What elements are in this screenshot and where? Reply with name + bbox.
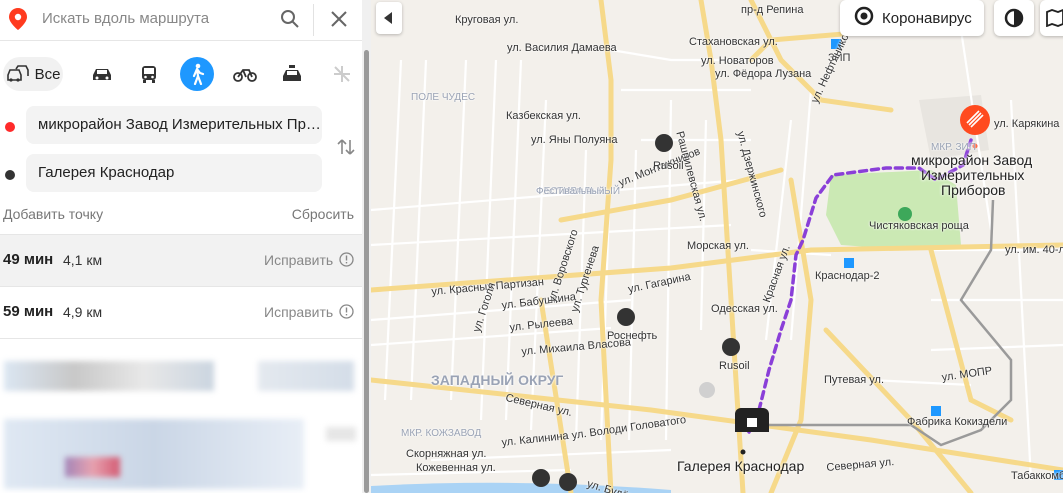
mode-car-button[interactable] — [88, 57, 116, 91]
bus-icon — [142, 66, 156, 83]
from-field[interactable]: микрорайон Завод Измерительных Пр… — [26, 106, 322, 144]
taxi-icon — [283, 65, 301, 81]
map-icon — [1046, 9, 1063, 27]
start-point-label: микрорайон Завод — [911, 152, 1033, 168]
layers-button[interactable] — [994, 0, 1034, 36]
collapse-panel-button[interactable] — [376, 2, 402, 34]
map-type-button[interactable] — [1040, 0, 1063, 36]
start-dot-icon — [5, 122, 15, 132]
add-point-link[interactable]: Добавить точку — [3, 206, 103, 222]
map-street-label: Табаккомби — [1011, 470, 1063, 482]
map-street-label: ул. Яны Полуяна — [531, 134, 618, 146]
map-street-label: Путевая ул. — [824, 374, 885, 386]
close-icon[interactable] — [329, 9, 349, 29]
blurred-ad-area — [0, 338, 362, 493]
map-street-label: Морская ул. — [687, 240, 749, 252]
end-dot-icon — [5, 170, 15, 180]
map-street-label: Стахановская ул. — [689, 36, 778, 48]
location-pin-icon — [9, 8, 27, 30]
map-street-label: Круговая ул. — [455, 14, 519, 26]
search-bar: Искать вдоль маршрута — [0, 0, 362, 41]
blurred-block — [65, 457, 120, 477]
transport-modes: Все — [0, 57, 362, 95]
map-street-label: ПОЛЕ ЧУДЕС — [411, 92, 476, 103]
mode-bike-button[interactable] — [230, 57, 260, 91]
pedestrian-icon — [192, 63, 205, 85]
map-street-label: ул. Карякина — [994, 118, 1060, 130]
blurred-block — [4, 361, 214, 391]
map-street-label: Фабрика Кокиздели — [907, 416, 1008, 428]
map-street-label: Фестивальный — [536, 186, 605, 197]
search-icon[interactable] — [280, 9, 300, 29]
map-street-label: Одесская ул. — [711, 303, 778, 315]
blurred-block — [258, 361, 354, 391]
route-distance: 4,1 км — [63, 252, 103, 268]
blurred-block — [326, 427, 356, 441]
bicycle-icon — [233, 69, 257, 82]
car-icon — [93, 69, 111, 80]
map-street-label: Кожевенная ул. — [416, 462, 496, 474]
route-option-2[interactable]: 59 мин 4,9 км Исправить — [0, 286, 362, 338]
panel-scrollbar[interactable] — [362, 0, 371, 493]
map-street-label: Роснефть — [607, 330, 658, 342]
swap-icon[interactable] — [336, 137, 356, 157]
mode-walk-button[interactable] — [180, 57, 214, 91]
layers-icon — [1004, 8, 1024, 28]
route-time: 49 мин — [3, 251, 54, 268]
mode-plane-button[interactable] — [328, 57, 356, 91]
start-point-label: Измерительных — [921, 167, 1025, 183]
fix-link[interactable]: Исправить — [264, 252, 333, 268]
mode-all-button[interactable]: Все — [3, 57, 63, 91]
route-distance: 4,9 км — [63, 304, 103, 320]
map-street-label: Казбекская ул. — [506, 110, 581, 122]
mode-all-label: Все — [34, 65, 61, 83]
scrollbar-thumb[interactable] — [364, 50, 369, 493]
map-street-label: Краснодар-2 — [815, 270, 880, 282]
map-street-label: ул. Фёдора Лузана — [715, 68, 812, 80]
reset-link[interactable]: Сбросить — [292, 206, 354, 222]
map-street-label: Скорняжная ул. — [406, 448, 487, 460]
map-street-label: ул. Василия Дамаева — [507, 42, 617, 54]
map-street-label: ЗАПАДНЫЙ ОКРУГ — [431, 372, 564, 388]
mode-bus-button[interactable] — [135, 57, 163, 91]
end-point-label: Галерея Краснодар — [677, 458, 805, 474]
chevron-left-icon — [384, 12, 392, 24]
mode-taxi-button[interactable] — [278, 57, 306, 91]
search-separator — [313, 4, 314, 36]
info-icon[interactable] — [339, 252, 354, 267]
map-street-label: МКР. КОЖЗАВОД — [401, 428, 482, 439]
covid-icon — [854, 6, 874, 30]
map-canvas[interactable]: Круговая ул. ул. Василия Дамаева Стахановс… — [371, 0, 1063, 493]
route-time: 59 мин — [3, 303, 54, 320]
map-street-label: ул. Новаторов — [701, 55, 774, 67]
route-panel: Искать вдоль маршрута Все микрорайон Зав… — [0, 0, 362, 493]
plane-off-icon — [334, 66, 350, 82]
map-street-label: ул. им. 40-летия Победы — [1005, 244, 1063, 256]
fix-link[interactable]: Исправить — [264, 304, 333, 320]
start-point-label: Приборов — [941, 182, 1006, 198]
all-modes-icon — [6, 65, 29, 82]
covid-label: Коронавирус — [882, 9, 972, 27]
blurred-block — [4, 419, 304, 489]
covid-button[interactable]: Коронавирус — [840, 0, 984, 36]
map-street-label: пр-д Репина — [741, 4, 804, 16]
route-option-1[interactable]: 49 мин 4,1 км Исправить — [0, 234, 362, 286]
map-street-label: Чистяковская роща — [869, 220, 969, 232]
map-street-label: Rusoil — [719, 360, 750, 372]
info-icon[interactable] — [339, 304, 354, 319]
map-street-label: Rusoil — [653, 160, 684, 172]
to-field[interactable]: Галерея Краснодар — [26, 154, 322, 192]
search-input[interactable]: Искать вдоль маршрута — [42, 10, 209, 27]
